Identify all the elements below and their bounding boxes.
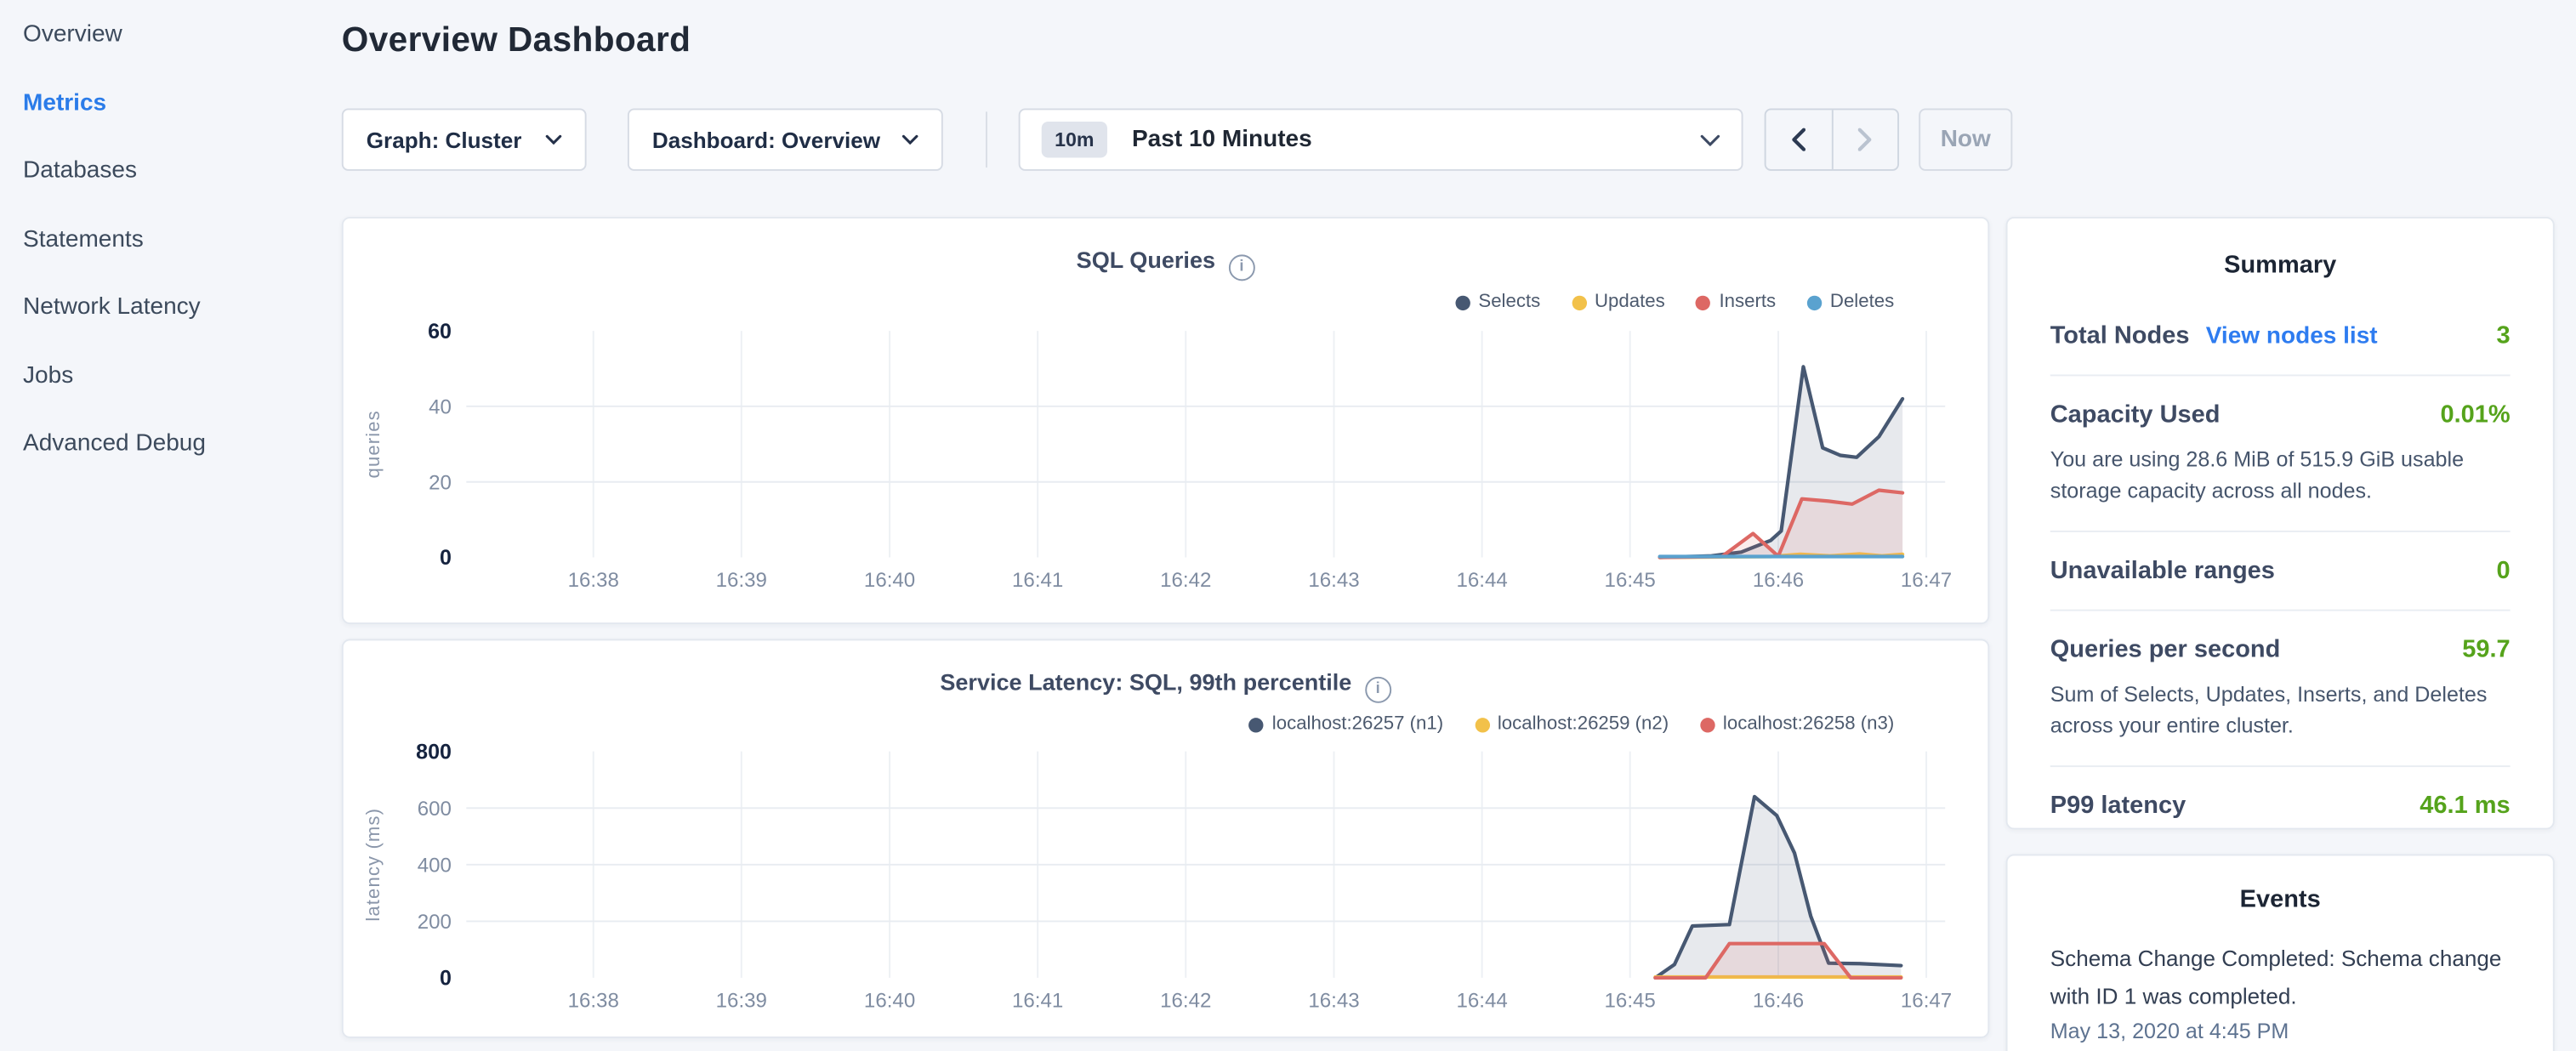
x-tick-label: 16:44 bbox=[1456, 569, 1507, 592]
time-step-group bbox=[1765, 108, 1899, 170]
x-tick-label: 16:46 bbox=[1753, 569, 1804, 592]
page-title: Overview Dashboard bbox=[342, 21, 691, 60]
sidebar-item-databases[interactable]: Databases bbox=[0, 156, 342, 186]
capacity-value: 0.01% bbox=[2440, 401, 2510, 429]
time-window-badge: 10m bbox=[1042, 122, 1107, 157]
sidebar-item-overview[interactable]: Overview bbox=[0, 20, 342, 49]
graph-dropdown-label: Graph: Cluster bbox=[367, 128, 522, 152]
capacity-description: You are using 28.6 MiB of 515.9 GiB usab… bbox=[2050, 444, 2511, 506]
chevron-left-icon bbox=[1791, 128, 1805, 151]
x-tick-label: 16:39 bbox=[716, 569, 767, 592]
summary-panel: Summary Total Nodes View nodes list 3 Ca… bbox=[2006, 217, 2555, 830]
sql-queries-panel: SQL Queries SelectsUpdatesInsertsDeletes… bbox=[342, 217, 1989, 624]
dashboard-dropdown[interactable]: Dashboard: Overview bbox=[628, 108, 943, 170]
unavailable-ranges-label: Unavailable ranges bbox=[2050, 557, 2275, 585]
x-tick-label: 16:38 bbox=[568, 989, 619, 1012]
sidebar-item-advanced-debug[interactable]: Advanced Debug bbox=[0, 429, 342, 458]
y-tick-label: 0 bbox=[440, 967, 452, 991]
x-tick-label: 16:44 bbox=[1456, 989, 1507, 1012]
y-tick-label: 20 bbox=[429, 471, 452, 494]
now-button[interactable]: Now bbox=[1919, 108, 2012, 170]
x-tick-label: 16:46 bbox=[1753, 989, 1804, 1012]
x-tick-label: 16:39 bbox=[716, 989, 767, 1012]
time-window-label: Past 10 Minutes bbox=[1132, 127, 1312, 153]
sidebar-nav: Overview Metrics Databases Statements Ne… bbox=[0, 0, 342, 497]
y-tick-label: 60 bbox=[428, 320, 452, 344]
chevron-right-icon bbox=[1857, 128, 1872, 151]
sidebar-item-jobs[interactable]: Jobs bbox=[0, 361, 342, 390]
divider bbox=[2050, 531, 2511, 532]
x-tick-label: 16:40 bbox=[864, 569, 915, 592]
y-axis-label: latency (ms) bbox=[362, 808, 384, 922]
total-nodes-value: 3 bbox=[2497, 322, 2511, 350]
x-tick-label: 16:41 bbox=[1012, 569, 1063, 592]
y-tick-label: 600 bbox=[418, 798, 452, 821]
divider bbox=[2050, 610, 2511, 611]
service-latency-panel: Service Latency: SQL, 99th percentile lo… bbox=[342, 639, 1989, 1037]
view-nodes-link[interactable]: View nodes list bbox=[2206, 324, 2378, 350]
app-root: Overview Metrics Databases Statements Ne… bbox=[0, 0, 2576, 1051]
y-tick-label: 200 bbox=[418, 911, 452, 934]
toolbar-divider bbox=[986, 111, 987, 168]
step-forward-button[interactable] bbox=[1831, 110, 1897, 169]
x-tick-label: 16:45 bbox=[1605, 569, 1656, 592]
x-tick-label: 16:42 bbox=[1160, 989, 1211, 1012]
x-tick-label: 16:47 bbox=[1901, 989, 1952, 1012]
x-tick-label: 16:45 bbox=[1605, 989, 1656, 1012]
unavailable-ranges-row: Unavailable ranges 0 bbox=[2050, 557, 2511, 585]
summary-heading: Summary bbox=[2050, 252, 2511, 280]
divider bbox=[2050, 374, 2511, 376]
events-panel: Events Schema Change Completed: Schema c… bbox=[2006, 854, 2555, 1051]
divider bbox=[2050, 765, 2511, 767]
total-nodes-row: Total Nodes View nodes list 3 bbox=[2050, 322, 2511, 350]
graph-dropdown[interactable]: Graph: Cluster bbox=[342, 108, 587, 170]
y-tick-label: 40 bbox=[429, 396, 452, 419]
qps-row: Queries per second 59.7 bbox=[2050, 636, 2511, 664]
y-tick-label: 400 bbox=[418, 854, 452, 877]
capacity-label: Capacity Used bbox=[2050, 401, 2221, 429]
event-item-text[interactable]: Schema Change Completed: Schema change w… bbox=[2050, 940, 2511, 1015]
qps-description: Sum of Selects, Updates, Inserts, and De… bbox=[2050, 679, 2511, 741]
y-axis-label: queries bbox=[362, 410, 384, 478]
qps-label: Queries per second bbox=[2050, 636, 2281, 664]
service-latency-chart[interactable]: 16:38 16:39 16:40 16:41 16:42 16:43 16:44 16:45… bbox=[344, 640, 1988, 1037]
total-nodes-label: Total Nodes bbox=[2050, 322, 2190, 350]
y-tick-label: 800 bbox=[416, 740, 452, 764]
x-tick-label: 16:40 bbox=[864, 989, 915, 1012]
step-back-button[interactable] bbox=[1766, 110, 1831, 169]
dashboard-dropdown-label: Dashboard: Overview bbox=[652, 128, 880, 152]
x-tick-label: 16:41 bbox=[1012, 989, 1063, 1012]
sidebar-item-statements[interactable]: Statements bbox=[0, 224, 342, 254]
p99-label: P99 latency bbox=[2050, 792, 2186, 820]
unavailable-ranges-value: 0 bbox=[2497, 557, 2511, 585]
capacity-row: Capacity Used 0.01% bbox=[2050, 401, 2511, 429]
sql-queries-chart[interactable]: 16:38 16:39 16:40 16:41 16:42 16:43 16:44 16:45… bbox=[344, 219, 1988, 622]
events-heading: Events bbox=[2050, 885, 2511, 913]
chevron-down-icon bbox=[902, 134, 918, 145]
x-tick-label: 16:43 bbox=[1308, 569, 1359, 592]
p99-value: 46.1 ms bbox=[2420, 792, 2510, 820]
chevron-down-icon bbox=[545, 134, 561, 145]
chevron-down-icon bbox=[1700, 134, 1720, 145]
x-tick-label: 16:42 bbox=[1160, 569, 1211, 592]
time-range-picker[interactable]: 10m Past 10 Minutes bbox=[1019, 108, 1743, 170]
p99-row: P99 latency 46.1 ms bbox=[2050, 792, 2511, 820]
sidebar-item-network-latency[interactable]: Network Latency bbox=[0, 293, 342, 322]
y-tick-label: 0 bbox=[440, 546, 452, 570]
event-item-timestamp: May 13, 2020 at 4:45 PM bbox=[2050, 1019, 2511, 1043]
x-tick-label: 16:47 bbox=[1901, 569, 1952, 592]
x-tick-label: 16:43 bbox=[1308, 989, 1359, 1012]
sidebar-item-metrics[interactable]: Metrics bbox=[0, 88, 342, 117]
qps-value: 59.7 bbox=[2462, 636, 2510, 664]
x-tick-label: 16:38 bbox=[568, 569, 619, 592]
